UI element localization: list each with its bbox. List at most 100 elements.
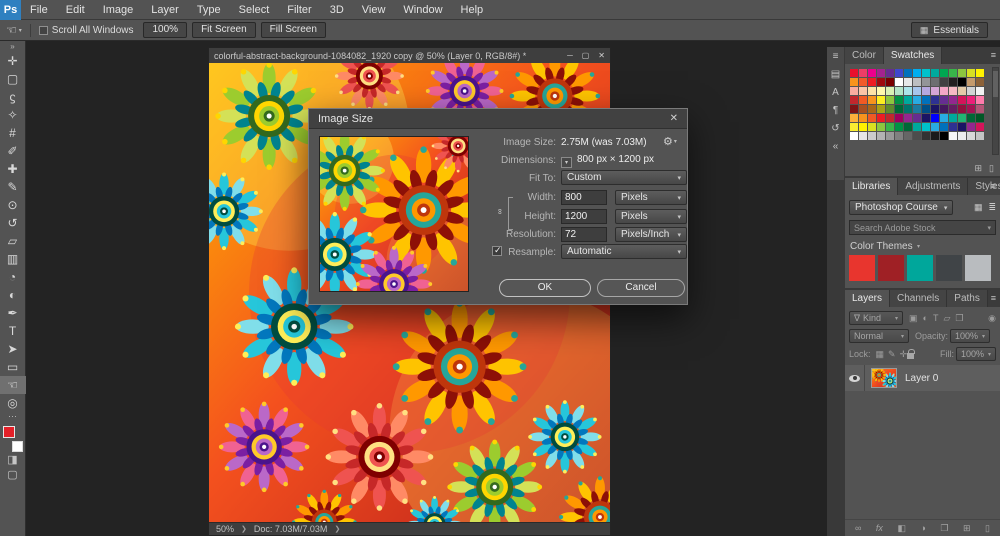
maximize-icon[interactable]: ▢ — [582, 51, 590, 60]
menu-help[interactable]: Help — [452, 0, 493, 20]
swatches-tab-color[interactable]: Color — [845, 47, 884, 64]
color-swatch[interactable] — [922, 114, 930, 122]
color-swatch[interactable] — [895, 114, 903, 122]
color-swatch[interactable] — [976, 132, 984, 140]
color-swatch[interactable] — [913, 123, 921, 131]
zoom-level[interactable]: 50% — [216, 524, 234, 534]
color-swatch[interactable] — [949, 114, 957, 122]
color-swatch[interactable] — [886, 123, 894, 131]
menu-window[interactable]: Window — [394, 0, 451, 20]
color-swatch[interactable] — [931, 114, 939, 122]
color-swatch[interactable] — [850, 123, 858, 131]
menu-layer[interactable]: Layer — [142, 0, 188, 20]
menu-view[interactable]: View — [353, 0, 395, 20]
color-swatch[interactable] — [949, 87, 957, 95]
scroll-all-windows-checkbox[interactable]: Scroll All Windows — [38, 25, 133, 36]
resolution-input[interactable] — [561, 227, 607, 242]
type-tool[interactable]: T — [0, 322, 26, 340]
color-swatch[interactable] — [913, 114, 921, 122]
filter-type-layers-icon[interactable]: T — [933, 313, 939, 324]
lock-image-pixels-icon[interactable]: ✎ — [888, 349, 896, 360]
grid-view-icon[interactable]: ▦ — [974, 202, 983, 213]
color-swatch[interactable] — [868, 69, 876, 77]
color-swatch[interactable] — [904, 96, 912, 104]
color-swatch[interactable] — [904, 105, 912, 113]
color-swatch[interactable] — [940, 105, 948, 113]
color-swatch[interactable] — [967, 96, 975, 104]
color-swatch[interactable] — [967, 123, 975, 131]
brush-tool[interactable]: ✎ — [0, 178, 26, 196]
image-preview[interactable] — [319, 136, 469, 292]
color-swatch[interactable] — [850, 132, 858, 140]
toolbar-collapse-icon[interactable]: » — [10, 41, 14, 52]
color-swatch[interactable] — [967, 105, 975, 113]
color-swatch[interactable] — [922, 123, 930, 131]
color-swatch[interactable] — [976, 105, 984, 113]
libraries-tab-libraries[interactable]: Libraries — [845, 178, 899, 195]
swatches-scrollbar-thumb[interactable] — [993, 71, 998, 97]
color-swatch[interactable] — [886, 69, 894, 77]
clone-stamp-tool[interactable]: ⊙ — [0, 196, 26, 214]
color-swatch[interactable] — [976, 87, 984, 95]
color-swatch[interactable] — [877, 69, 885, 77]
color-swatch[interactable] — [868, 114, 876, 122]
dialog-close-icon[interactable]: ✕ — [670, 113, 678, 124]
color-swatch[interactable] — [859, 69, 867, 77]
color-swatch[interactable] — [931, 123, 939, 131]
new-swatch-icon[interactable]: ⊞ — [975, 163, 983, 174]
link-layers-icon[interactable]: ∞ — [855, 523, 861, 533]
color-swatch[interactable] — [922, 87, 930, 95]
color-swatch[interactable] — [886, 78, 894, 86]
character-panel-icon[interactable]: A — [832, 87, 839, 98]
fill-select[interactable]: 100% — [956, 347, 996, 361]
color-swatch[interactable] — [913, 132, 921, 140]
panel-menu-icon[interactable]: ≡ — [991, 290, 996, 307]
color-swatch[interactable] — [913, 96, 921, 104]
lock-all-icon[interactable] — [907, 348, 916, 359]
color-swatch[interactable] — [850, 96, 858, 104]
lock-position-icon[interactable]: ✛ — [900, 349, 908, 360]
height-input[interactable] — [561, 209, 607, 224]
layers-tab-layers[interactable]: Layers — [845, 290, 891, 307]
background-color-swatch[interactable] — [11, 441, 23, 452]
lasso-tool[interactable]: ϛ — [0, 88, 26, 106]
status-options-icon[interactable]: ❯ — [334, 525, 340, 533]
color-swatch[interactable] — [886, 96, 894, 104]
filter-shape-layers-icon[interactable]: ▱ — [943, 313, 950, 324]
delete-swatch-icon[interactable]: ▯ — [989, 163, 994, 174]
filter-pixel-layers-icon[interactable]: ▣ — [909, 313, 918, 324]
opacity-select[interactable]: 100% — [950, 329, 991, 343]
color-swatch[interactable] — [850, 114, 858, 122]
color-swatch[interactable] — [877, 132, 885, 140]
fill-screen-button[interactable]: Fill Screen — [260, 22, 326, 38]
color-swatch[interactable] — [868, 87, 876, 95]
color-swatch[interactable] — [886, 114, 894, 122]
lock-transparent-pixels-icon[interactable]: ▦ — [876, 349, 885, 360]
height-unit-select[interactable]: Pixels — [615, 209, 687, 224]
panel-menu-icon[interactable]: ≡ — [991, 178, 996, 195]
color-swatch[interactable] — [877, 114, 885, 122]
move-tool[interactable]: ✛ — [0, 52, 26, 70]
color-swatch[interactable] — [895, 105, 903, 113]
color-swatch[interactable] — [976, 78, 984, 86]
color-swatch[interactable] — [886, 105, 894, 113]
expand-dock-icon[interactable]: « — [833, 141, 839, 152]
color-swatch[interactable] — [859, 78, 867, 86]
color-swatch[interactable] — [922, 69, 930, 77]
pen-tool[interactable]: ✒ — [0, 304, 26, 322]
paragraph-panel-icon[interactable]: ¶ — [833, 105, 838, 116]
color-swatch[interactable] — [850, 87, 858, 95]
layer-group-icon[interactable]: ❐ — [940, 523, 948, 534]
layers-tab-paths[interactable]: Paths — [947, 290, 988, 307]
resample-select[interactable]: Automatic — [561, 244, 687, 259]
color-swatch[interactable] — [922, 96, 930, 104]
menu-filter[interactable]: Filter — [278, 0, 320, 20]
color-theme-swatch[interactable] — [907, 255, 933, 281]
histogram-panel-icon[interactable]: ▤ — [831, 69, 840, 80]
color-swatch[interactable] — [958, 123, 966, 131]
color-swatch[interactable] — [850, 105, 858, 113]
color-swatch[interactable] — [940, 78, 948, 86]
color-swatch[interactable] — [886, 87, 894, 95]
zoom-100-button[interactable]: 100% — [143, 22, 188, 38]
color-swatch[interactable] — [958, 87, 966, 95]
